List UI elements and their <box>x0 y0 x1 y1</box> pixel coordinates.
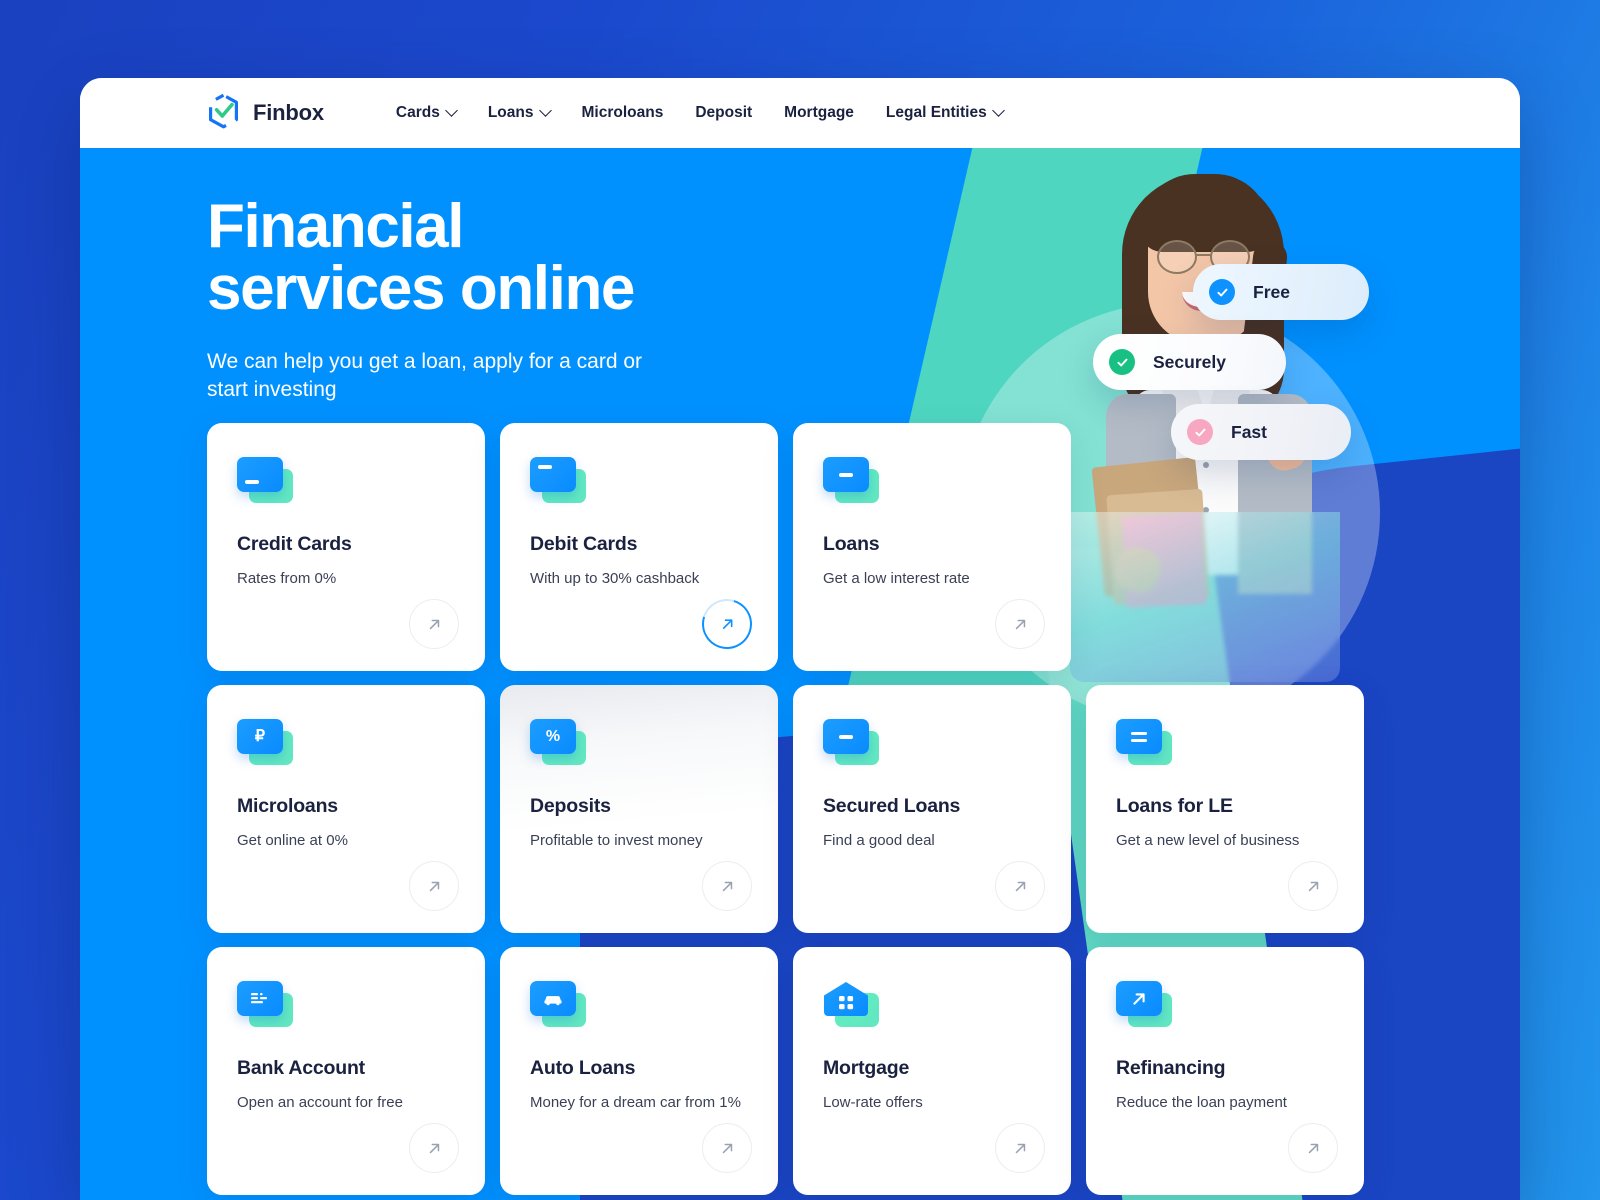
finbox-shield-check-logo-icon <box>207 93 240 134</box>
service-card-loans-for-le[interactable]: Loans for LE Get a new level of business <box>1086 685 1364 933</box>
nav-label: Microloans <box>581 104 664 121</box>
card-description: Money for a dream car from 1% <box>530 1094 741 1111</box>
arrow-up-right-icon[interactable] <box>995 599 1045 649</box>
pill-label: Securely <box>1153 351 1226 372</box>
service-card-debit-cards[interactable]: Debit Cards With up to 30% cashback <box>500 423 778 671</box>
arrow-up-right-icon[interactable] <box>702 1123 752 1173</box>
card-description: With up to 30% cashback <box>530 570 700 587</box>
check-icon <box>1209 279 1235 305</box>
card-title: Refinancing <box>1116 1057 1226 1079</box>
nav-item-mortgage[interactable]: Mortgage <box>784 96 854 130</box>
grid-empty-slot <box>1086 423 1364 671</box>
arrow-up-right-icon[interactable] <box>995 1123 1045 1173</box>
service-card-refinancing[interactable]: Refinancing Reduce the loan payment <box>1086 947 1364 1195</box>
nav-label: Deposit <box>695 104 753 121</box>
card-description: Find a good deal <box>823 832 935 849</box>
card-title: Secured Loans <box>823 795 961 817</box>
top-navigation-bar: Finbox Cards Loans Microloans Deposit Mo… <box>80 78 1520 148</box>
arrow-up-right-icon[interactable] <box>995 861 1045 911</box>
hero-title: Financial services online <box>207 192 635 323</box>
feature-pill-securely: Securely <box>1093 334 1286 390</box>
service-card-bank-account[interactable]: Bank Account Open an account for free <box>207 947 485 1195</box>
pill-label: Free <box>1253 281 1290 302</box>
service-card-deposits[interactable]: % Deposits Profitable to invest money <box>500 685 778 933</box>
arrow-up-right-icon[interactable] <box>409 861 459 911</box>
service-card-mortgage[interactable]: Mortgage Low-rate offers <box>793 947 1071 1195</box>
statement-icon <box>237 981 293 1027</box>
check-icon <box>1109 349 1135 375</box>
feature-pill-fast: Fast <box>1171 404 1351 460</box>
nav-item-cards[interactable]: Cards <box>395 96 458 130</box>
arrow-up-right-icon[interactable] <box>693 590 761 658</box>
secured-card-icon <box>823 719 879 765</box>
arrow-up-right-icon[interactable] <box>702 861 752 911</box>
chevron-down-icon <box>538 103 552 117</box>
card-description: Get online at 0% <box>237 832 348 849</box>
nav-item-legal-entities[interactable]: Legal Entities <box>885 96 1005 130</box>
loan-card-icon <box>823 457 879 503</box>
card-title: Auto Loans <box>530 1057 636 1079</box>
card-title: Credit Cards <box>237 533 352 555</box>
arrow-up-right-icon[interactable] <box>1288 861 1338 911</box>
brand-logo[interactable]: Finbox <box>207 93 324 134</box>
nav-item-deposit[interactable]: Deposit <box>695 96 752 130</box>
services-card-grid: Credit Cards Rates from 0% Debit Cards W… <box>207 423 1493 1195</box>
brand-name: Finbox <box>253 100 324 125</box>
feature-pill-free: Free <box>1193 264 1369 320</box>
card-title: Bank Account <box>237 1057 365 1079</box>
card-title: Deposits <box>530 795 611 817</box>
chevron-down-icon <box>444 103 458 117</box>
arrow-up-right-icon[interactable] <box>409 1123 459 1173</box>
arrow-up-right-icon <box>1116 981 1172 1027</box>
nav-label: Cards <box>395 104 440 121</box>
nav-links: Cards Loans Microloans Deposit Mortgage … <box>395 96 1005 130</box>
card-description: Open an account for free <box>237 1094 403 1111</box>
credit-card-icon <box>237 457 293 503</box>
nav-label: Mortgage <box>784 104 854 121</box>
nav-item-loans[interactable]: Loans <box>487 96 552 130</box>
service-card-loans[interactable]: Loans Get a low interest rate <box>793 423 1071 671</box>
house-icon <box>823 981 879 1027</box>
check-icon <box>1187 419 1213 445</box>
service-card-auto-loans[interactable]: Auto Loans Money for a dream car from 1% <box>500 947 778 1195</box>
service-card-credit-cards[interactable]: Credit Cards Rates from 0% <box>207 423 485 671</box>
arrow-up-right-icon[interactable] <box>1288 1123 1338 1173</box>
card-title: Loans <box>823 533 880 555</box>
card-title: Debit Cards <box>530 533 638 555</box>
nav-label: Loans <box>487 104 534 121</box>
card-title: Microloans <box>237 795 338 817</box>
service-card-microloans[interactable]: ₽ Microloans Get online at 0% <box>207 685 485 933</box>
card-description: Profitable to invest money <box>530 832 703 849</box>
card-description: Rates from 0% <box>237 570 337 587</box>
pill-label: Fast <box>1231 421 1267 442</box>
card-description: Get a low interest rate <box>823 570 970 587</box>
debit-card-icon <box>530 457 586 503</box>
chevron-down-icon <box>991 103 1005 117</box>
card-title: Mortgage <box>823 1057 910 1079</box>
service-card-secured-loans[interactable]: Secured Loans Find a good deal <box>793 685 1071 933</box>
site-mockup-window: Finbox Cards Loans Microloans Deposit Mo… <box>80 78 1520 1200</box>
nav-item-microloans[interactable]: Microloans <box>582 96 664 130</box>
card-description: Low-rate offers <box>823 1094 923 1111</box>
car-icon <box>530 981 586 1027</box>
hero-subtitle: We can help you get a loan, apply for a … <box>207 350 643 402</box>
arrow-up-right-icon[interactable] <box>409 599 459 649</box>
card-description: Get a new level of business <box>1116 832 1300 849</box>
ruble-card-icon: ₽ <box>237 719 293 765</box>
hero-copy: Financial services online We can help yo… <box>207 196 677 404</box>
percent-card-icon: % <box>530 719 586 765</box>
equals-card-icon <box>1116 719 1172 765</box>
card-title: Loans for LE <box>1116 795 1233 817</box>
hero-section: Financial services online We can help yo… <box>80 148 1520 1200</box>
card-description: Reduce the loan payment <box>1116 1094 1287 1111</box>
nav-label: Legal Entities <box>885 104 987 121</box>
